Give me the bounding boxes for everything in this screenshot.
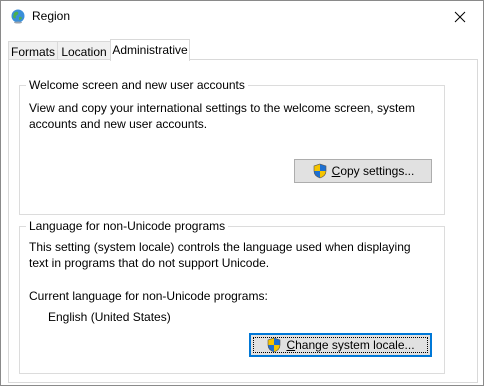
globe-icon (11, 9, 25, 24)
non-unicode-description-line1: This setting (system locale) controls th… (29, 240, 411, 254)
change-system-locale-label: Change system locale... (286, 338, 415, 352)
welcome-description-line1: View and copy your international setting… (29, 101, 415, 115)
close-button[interactable] (437, 1, 483, 32)
uac-shield-icon (313, 163, 326, 179)
current-language-value: English (United States) (48, 310, 171, 324)
welcome-screen-group: Welcome screen and new user accounts Vie… (19, 78, 445, 215)
window-title: Region (32, 9, 71, 23)
welcome-description-line2: accounts and new user accounts. (29, 117, 208, 131)
title-bar: Region (1, 1, 483, 32)
uac-shield-icon (268, 337, 281, 353)
close-icon (454, 11, 466, 22)
non-unicode-description-line2: text in programs that do not support Uni… (29, 256, 270, 270)
non-unicode-group-legend: Language for non-Unicode programs (26, 219, 229, 233)
current-language-label: Current language for non-Unicode program… (29, 289, 268, 303)
tab-location[interactable]: Location (57, 41, 111, 61)
tab-administrative[interactable]: Administrative (110, 39, 190, 61)
tab-formats[interactable]: Formats (8, 41, 58, 61)
copy-settings-button[interactable]: Copy settings... (294, 159, 432, 183)
tab-panel-administrative: Welcome screen and new user accounts Vie… (8, 59, 478, 383)
non-unicode-group: Language for non-Unicode programs This s… (19, 219, 445, 374)
copy-settings-label: Copy settings... (331, 164, 415, 178)
welcome-group-legend: Welcome screen and new user accounts (26, 78, 248, 92)
change-system-locale-button[interactable]: Change system locale... (249, 333, 432, 357)
region-dialog: Region Formats Location Administrative W… (0, 0, 484, 386)
